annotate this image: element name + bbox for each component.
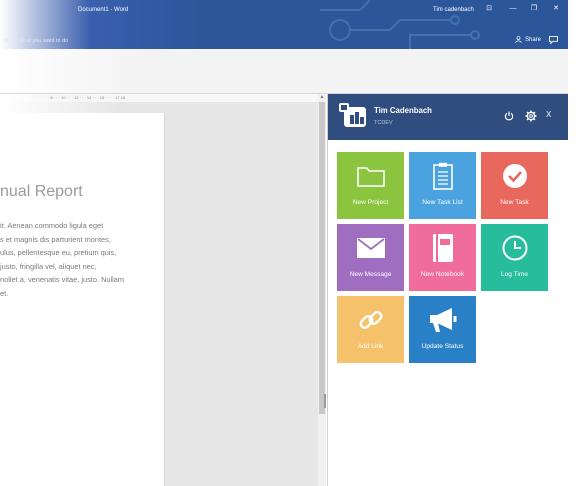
panel-user-name: Tim Cadenbach [374, 106, 432, 115]
document-area: · 8 · · · 10 · · · 12 · · · 14 · · · 16 … [0, 94, 326, 486]
clock-icon [502, 235, 527, 261]
addin-panel: Tim Cadenbach TCDEV X New Project New Ta [327, 94, 568, 486]
update-status-tile[interactable]: Update Status [409, 296, 476, 363]
restore-button[interactable]: ❐ [527, 4, 541, 14]
new-task-tile[interactable]: New Task [481, 152, 548, 219]
new-project-tile[interactable]: New Project [337, 152, 404, 219]
tile-label: New Project [352, 199, 389, 206]
scroll-up-icon[interactable]: ▲ [319, 94, 325, 100]
new-notebook-tile[interactable]: New Notebook [409, 224, 476, 291]
clipboard-icon [432, 162, 453, 190]
body-line: ulus, pellentesque eu, pretium quis, [0, 248, 117, 257]
panel-close-button[interactable]: X [546, 110, 551, 119]
body-line: it. Aenean commodo ligula eget [0, 221, 104, 230]
folder-icon [356, 167, 385, 187]
tell-me-search[interactable]: do ue ali at you want to do [4, 38, 68, 44]
link-icon [359, 311, 382, 329]
tile-label: Add Link [357, 343, 384, 350]
window-title: Document1 - Word [78, 7, 129, 13]
signed-in-user[interactable]: Tim cadenbach [433, 7, 474, 13]
body-line: s et magnis dis parturient montes, [0, 234, 111, 244]
scroll-thumb[interactable] [319, 102, 325, 414]
body-line: justo, fringilla vel, aliquet nec, [0, 261, 97, 271]
gear-icon[interactable] [525, 110, 537, 122]
document-title: nual Report [0, 183, 83, 200]
share-label: Share [525, 36, 542, 43]
app-logo [339, 103, 366, 127]
new-task-list-tile[interactable]: New Task List [409, 152, 476, 219]
log-time-tile[interactable]: Log Time [481, 224, 548, 291]
document-page[interactable]: nual Report it. Aenean commodo ligula eg… [0, 113, 165, 486]
ribbon-display-button[interactable]: ⊡ [482, 4, 496, 14]
power-icon[interactable] [504, 111, 514, 121]
vertical-scrollbar[interactable]: ▲ [318, 94, 326, 486]
tile-label: Update Status [421, 343, 464, 350]
tile-label: New Task List [422, 199, 463, 206]
tile-label: Log Time [500, 271, 529, 278]
pane-splitter[interactable] [324, 394, 326, 408]
notebook-icon [432, 234, 453, 262]
document-body: it. Aenean commodo ligula eget s et magn… [0, 219, 170, 300]
envelope-icon [356, 238, 385, 258]
body-line: et. [0, 288, 9, 298]
title-bar: Document1 - Word Tim cadenbach ⊡ — ❐ ✕ d… [0, 0, 568, 49]
tile-label: New Notebook [420, 271, 465, 278]
ruler: · 8 · · · 10 · · · 12 · · · 14 · · · 16 … [0, 94, 318, 102]
minimize-button[interactable]: — [506, 4, 520, 14]
checkmark-icon [502, 164, 527, 188]
person-icon [515, 36, 522, 43]
add-link-tile[interactable]: Add Link [337, 296, 404, 363]
panel-header: Tim Cadenbach TCDEV X [328, 94, 568, 140]
panel-org: TCDEV [374, 120, 393, 126]
close-window-button[interactable]: ✕ [549, 4, 563, 14]
tile-label: New Message [349, 271, 392, 278]
comment-icon[interactable] [549, 36, 558, 44]
ribbon [0, 49, 568, 94]
share-button[interactable]: Share [515, 36, 541, 43]
megaphone-icon [429, 308, 456, 332]
tile-label: New Task [500, 199, 529, 206]
body-line: nollet a, venenatis vitae, justo. Nullam [0, 275, 125, 284]
new-message-tile[interactable]: New Message [337, 224, 404, 291]
